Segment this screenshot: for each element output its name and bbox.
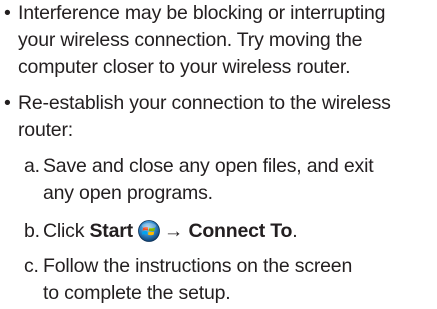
step-b-click-text: Click [43,220,85,242]
start-label: Start [89,220,133,242]
document-page: • Interference may be blocking or interr… [0,0,437,309]
step-b-letter: b. [24,220,40,242]
step-a-line-2: any open programs. [43,182,213,204]
step-a-letter: a. [24,155,40,177]
step-b-text: Click Start → Connect To. [43,220,298,242]
bullet-2-glyph: • [4,92,11,114]
step-c-letter: c. [24,255,39,277]
arrow-glyph: → [163,220,184,242]
bullet-1-glyph: • [4,2,11,24]
bullet-2-line-2: router: [18,119,73,141]
bullet-1-line-3: computer closer to your wireless router. [18,56,351,78]
bullet-2-line-1: Re-establish your connection to the wire… [18,92,391,114]
windows-start-orb-icon [136,220,162,242]
bullet-1-line-2: your wireless connection. Try moving the [18,29,363,51]
bullet-1-line-1: Interference may be blocking or interrup… [18,2,386,24]
step-a-line-1: Save and close any open files, and exit [43,155,374,177]
step-b-period: . [292,220,298,242]
step-c-line-2: to complete the setup. [43,282,231,304]
connect-to-label: Connect To [188,220,293,242]
step-c-line-1: Follow the instructions on the screen [43,255,353,277]
